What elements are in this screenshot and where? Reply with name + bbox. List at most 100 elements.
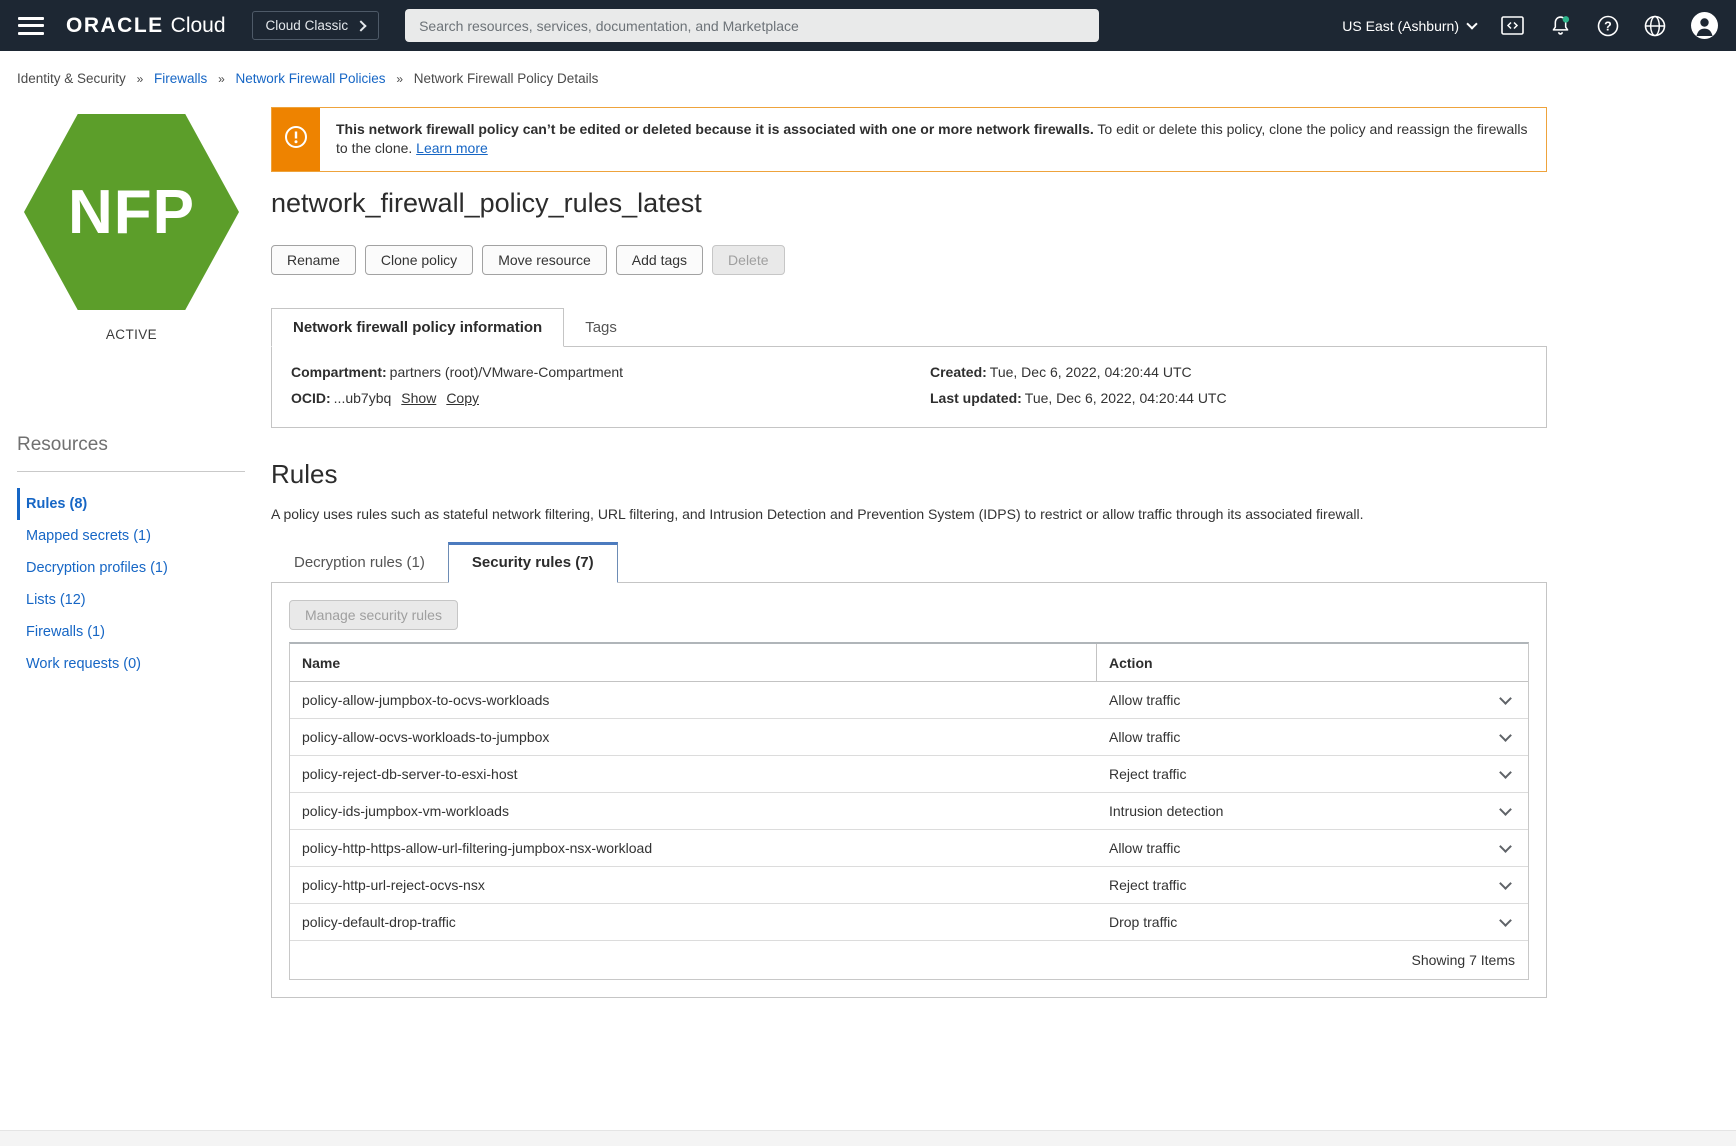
rule-action: Allow traffic: [1109, 729, 1181, 745]
action-buttons: Rename Clone policy Move resource Add ta…: [271, 245, 1547, 275]
created-value: Tue, Dec 6, 2022, 04:20:44 UTC: [989, 364, 1192, 380]
chevron-down-icon: [1466, 18, 1478, 30]
clone-policy-button[interactable]: Clone policy: [364, 245, 474, 275]
help-icon[interactable]: ?: [1597, 15, 1619, 37]
hamburger-menu-icon[interactable]: [18, 16, 44, 35]
ocid-show-link[interactable]: Show: [401, 390, 436, 406]
delete-button[interactable]: Delete: [712, 245, 785, 275]
chevron-down-icon[interactable]: [1498, 802, 1512, 816]
sidebar-item-work-requests[interactable]: Work requests (0): [17, 648, 271, 680]
tab-tags[interactable]: Tags: [564, 309, 638, 346]
info-tab-strip: Network firewall policy information Tags: [271, 308, 1547, 347]
warning-banner-accent: [272, 108, 320, 171]
table-row[interactable]: policy-reject-db-server-to-esxi-host Rej…: [290, 756, 1528, 793]
rules-tab-strip: Decryption rules (1) Security rules (7): [271, 542, 1547, 583]
table-row[interactable]: policy-default-drop-traffic Drop traffic: [290, 904, 1528, 941]
user-avatar[interactable]: [1691, 12, 1718, 39]
breadcrumb-item-identity-security: Identity & Security: [17, 71, 126, 86]
chevron-down-icon[interactable]: [1498, 913, 1512, 927]
chevron-down-icon[interactable]: [1498, 728, 1512, 742]
banner-text-bold: This network firewall policy can’t be ed…: [336, 121, 1094, 137]
status-active-label: ACTIVE: [105, 327, 158, 342]
notification-dot: [1562, 16, 1570, 23]
table-row[interactable]: policy-http-url-reject-ocvs-nsx Reject t…: [290, 867, 1528, 904]
rule-name: policy-default-drop-traffic: [302, 914, 456, 930]
compartment-label: Compartment:: [291, 364, 387, 380]
cloud-shell-console-icon[interactable]: [1501, 16, 1524, 35]
rule-name: policy-allow-jumpbox-to-ocvs-workloads: [302, 692, 550, 708]
rename-button[interactable]: Rename: [271, 245, 356, 275]
column-header-name: Name: [290, 644, 1097, 681]
security-rules-panel: Manage security rules Name Action policy…: [271, 582, 1547, 998]
sidebar-item-decryption-profiles[interactable]: Decryption profiles (1): [17, 552, 271, 584]
rule-action: Allow traffic: [1109, 692, 1181, 708]
compartment-value: partners (root)/VMware-Compartment: [389, 364, 624, 380]
security-rules-table: Name Action policy-allow-jumpbox-to-ocvs…: [289, 642, 1529, 980]
sidebar-item-lists[interactable]: Lists (12): [17, 584, 271, 616]
nfp-badge-label: NFP: [68, 177, 195, 247]
sidebar-divider: [17, 471, 245, 472]
rule-name: policy-allow-ocvs-workloads-to-jumpbox: [302, 729, 550, 745]
nfp-hexagon-badge: NFP: [24, 114, 239, 310]
add-tags-button[interactable]: Add tags: [615, 245, 704, 275]
sidebar-item-mapped-secrets[interactable]: Mapped secrets (1): [17, 520, 271, 552]
resources-heading: Resources: [17, 434, 108, 455]
search-input[interactable]: [405, 9, 1100, 42]
breadcrumb-separator: »: [218, 72, 225, 86]
warning-banner: This network firewall policy can’t be ed…: [271, 107, 1547, 172]
language-globe-icon[interactable]: [1644, 15, 1666, 37]
breadcrumb-separator: »: [396, 72, 404, 86]
ocid-copy-link[interactable]: Copy: [446, 390, 479, 406]
sidebar-item-firewalls[interactable]: Firewalls (1): [17, 616, 271, 648]
resources-nav: Rules (8) Mapped secrets (1) Decryption …: [17, 488, 271, 680]
move-resource-button[interactable]: Move resource: [482, 245, 607, 275]
chevron-right-icon: [355, 19, 367, 32]
chevron-down-icon[interactable]: [1498, 765, 1512, 779]
left-sidebar: NFP ACTIVE Resources Rules (8) Mapped se…: [0, 86, 271, 680]
column-header-action: Action: [1109, 654, 1153, 671]
rules-description: A policy uses rules such as stateful net…: [271, 506, 1364, 522]
table-row[interactable]: policy-ids-jumpbox-vm-workloads Intrusio…: [290, 793, 1528, 830]
policy-information-panel: Compartment: partners (root)/VMware-Compa…: [271, 346, 1547, 428]
tab-decryption-rules[interactable]: Decryption rules (1): [271, 543, 448, 582]
breadcrumb-link-firewalls[interactable]: Firewalls: [154, 71, 207, 86]
region-selector[interactable]: US East (Ashburn): [1342, 17, 1478, 34]
sidebar-item-rules[interactable]: Rules (8): [17, 488, 271, 520]
rule-action: Allow traffic: [1109, 840, 1181, 856]
chevron-down-icon[interactable]: [1498, 876, 1512, 890]
rules-section-title: Rules: [271, 459, 338, 489]
compartment-field: Compartment: partners (root)/VMware-Compa…: [291, 364, 930, 380]
rule-action: Reject traffic: [1109, 766, 1187, 782]
rule-name: policy-http-url-reject-ocvs-nsx: [302, 877, 485, 893]
last-updated-field: Last updated: Tue, Dec 6, 2022, 04:20:44 …: [930, 390, 1527, 406]
tab-network-firewall-policy-information[interactable]: Network firewall policy information: [271, 308, 565, 347]
chevron-down-icon[interactable]: [1498, 839, 1512, 853]
brand-cloud: Cloud: [170, 13, 226, 37]
brand-oracle: ORACLE: [66, 13, 164, 37]
rule-name: policy-ids-jumpbox-vm-workloads: [302, 803, 509, 819]
notifications-bell-icon[interactable]: [1549, 14, 1572, 37]
table-row[interactable]: policy-http-https-allow-url-filtering-ju…: [290, 830, 1528, 867]
ocid-label: OCID:: [291, 390, 331, 406]
region-label: US East (Ashburn): [1342, 17, 1459, 34]
rule-name: policy-reject-db-server-to-esxi-host: [302, 766, 518, 782]
learn-more-link[interactable]: Learn more: [416, 140, 488, 156]
table-row[interactable]: policy-allow-ocvs-workloads-to-jumpbox A…: [290, 719, 1528, 756]
created-field: Created: Tue, Dec 6, 2022, 04:20:44 UTC: [930, 364, 1527, 380]
warning-icon: [285, 126, 307, 148]
table-row[interactable]: policy-allow-jumpbox-to-ocvs-workloads A…: [290, 682, 1528, 719]
rule-action: Intrusion detection: [1109, 803, 1224, 819]
cloud-classic-button[interactable]: Cloud Classic: [251, 11, 380, 40]
tab-security-rules[interactable]: Security rules (7): [447, 542, 618, 583]
ocid-field: OCID: ...ub7ybq Show Copy: [291, 390, 930, 406]
breadcrumb-item-current: Network Firewall Policy Details: [413, 71, 599, 86]
warning-banner-text: This network firewall policy can’t be ed…: [320, 108, 1546, 171]
created-label: Created:: [930, 364, 987, 380]
breadcrumb-link-network-firewall-policies[interactable]: Network Firewall Policies: [236, 71, 386, 86]
table-header-row: Name Action: [290, 644, 1528, 682]
manage-security-rules-button[interactable]: Manage security rules: [289, 600, 458, 630]
last-updated-value: Tue, Dec 6, 2022, 04:20:44 UTC: [1024, 390, 1227, 406]
chevron-down-icon[interactable]: [1498, 691, 1512, 705]
breadcrumb-separator: »: [136, 72, 144, 86]
breadcrumb: Identity & Security » Firewalls » Networ…: [0, 51, 1736, 86]
